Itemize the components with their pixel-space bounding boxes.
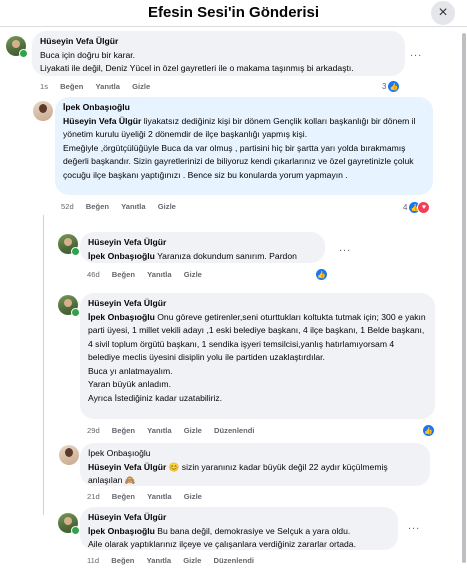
comment-time[interactable]: 29d xyxy=(87,426,100,435)
comment-text-part: Yaranıza dokundum sanırım. Pardon xyxy=(154,250,297,261)
monkey-emoji: 🙈 xyxy=(124,475,136,485)
avatar[interactable] xyxy=(59,445,79,465)
comment-author[interactable]: İpek Onbaşıoğlu xyxy=(63,101,425,115)
more-options-icon[interactable]: ... xyxy=(339,242,351,254)
comment-text-line: Buca yı anlatmayalım. xyxy=(88,365,173,376)
mention-tag[interactable]: İpek Onbaşıoğlu xyxy=(88,312,155,322)
like-icon: 👍 xyxy=(388,81,400,92)
online-status-dot xyxy=(71,247,80,256)
thread-line xyxy=(43,215,44,515)
comment-text: İpek Onbaşıoğlu Onu göreve getirenler,se… xyxy=(88,311,427,365)
comment-bubble: Hüseyin Vefa Ülgür Buca için doğru bir k… xyxy=(32,31,405,76)
close-icon[interactable]: × xyxy=(431,1,455,25)
comment-text-rest: Emeğiyle ,örgütçülüğüyle Buca da var olm… xyxy=(63,142,414,180)
more-options-icon[interactable]: ... xyxy=(410,47,422,59)
comment-bubble: Hüseyin Vefa Ülgür İpek Onbaşıoğlu Onu g… xyxy=(80,293,435,419)
edited-label: Düzenlendi xyxy=(214,426,255,435)
scrollbar-thumb[interactable] xyxy=(462,33,466,563)
reply-button[interactable]: Yanıtla xyxy=(147,426,171,435)
edited-label: Düzenlendi xyxy=(213,556,254,565)
reaction-summary[interactable]: 👍 xyxy=(316,269,327,280)
hide-button[interactable]: Gizle xyxy=(183,556,201,565)
comment-time[interactable]: 46d xyxy=(87,270,100,279)
comment-author[interactable]: İpek Onbaşıoğlu xyxy=(88,447,422,461)
hide-button[interactable]: Gizle xyxy=(158,202,176,211)
reaction-count: 4 xyxy=(403,203,408,212)
comment-text-line: Yaran büyük anladım. xyxy=(88,379,171,389)
like-button[interactable]: Beğen xyxy=(60,82,83,91)
comment-author[interactable]: Hüseyin Vefa Ülgür xyxy=(88,511,390,525)
reaction-summary[interactable]: 👍 xyxy=(423,425,434,436)
reaction-summary[interactable]: 3 👍 xyxy=(382,81,400,92)
comment-time[interactable]: 1s xyxy=(40,82,48,91)
reply-button[interactable]: Yanıtla xyxy=(147,556,171,565)
reaction-summary[interactable]: 4 👍 ♥ xyxy=(403,201,431,214)
comment-actions: 21d Beğen Yanıtla Gizle xyxy=(87,492,212,501)
hide-button[interactable]: Gizle xyxy=(184,492,202,501)
more-options-icon[interactable]: ... xyxy=(408,520,420,532)
comment-bubble: Hüseyin Vefa Ülgür İpek Onbaşıoğlu Bu ba… xyxy=(80,507,398,550)
comment-time[interactable]: 21d xyxy=(87,492,100,501)
comment-bubble: İpek Onbaşıoğlu Hüseyin Vefa Ülgür 😊 siz… xyxy=(80,443,430,486)
mention-tag[interactable]: Hüseyin Vefa Ülgür xyxy=(63,116,141,126)
online-status-dot xyxy=(19,49,28,58)
reaction-count: 3 xyxy=(382,82,387,91)
comment-time[interactable]: 52d xyxy=(61,202,74,211)
comment-bubble: İpek Onbaşıoğlu Hüseyin Vefa Ülgür liyak… xyxy=(55,97,433,195)
comment-text-line: Ayrıca İstediğiniz kadar uzatabiliriz. xyxy=(88,392,223,403)
comment-text: Hüseyin Vefa Ülgür liyakatsız dediğiniz … xyxy=(63,115,425,142)
smile-emoji: 😊 xyxy=(168,461,180,472)
hide-button[interactable]: Gizle xyxy=(184,426,202,435)
like-button[interactable]: Beğen xyxy=(86,202,109,211)
comment-text: İpek Onbaşıoğlu Bu bana değil, demokrasi… xyxy=(88,525,390,539)
online-status-dot xyxy=(71,526,80,535)
online-status-dot xyxy=(71,308,80,317)
like-button[interactable]: Beğen xyxy=(112,492,135,501)
like-icon: 👍 xyxy=(316,269,327,280)
comment-bubble: Hüseyin Vefa Ülgür İpek Onbaşıoğlu Yaran… xyxy=(80,232,325,263)
reply-button[interactable]: Yanıtla xyxy=(147,492,171,501)
love-icon: ♥ xyxy=(417,201,431,214)
comment-actions: 29d Beğen Yanıtla Gizle Düzenlendi xyxy=(87,426,265,435)
page-title: Efesin Sesi'in Gönderisi xyxy=(147,4,320,21)
comment-actions: 1s Beğen Yanıtla Gizle xyxy=(40,82,160,91)
comment-text-part: Bu bana değil, demokrasiye ve Selçuk a y… xyxy=(154,525,351,536)
hide-button[interactable]: Gizle xyxy=(184,270,202,279)
reply-button[interactable]: Yanıtla xyxy=(147,270,171,279)
comment-text-line: Liyakati ile değil, Deniz Yücel in özel … xyxy=(40,63,354,73)
like-icon: 👍 xyxy=(423,425,434,436)
comment-text-rest: Aile olarak yaptıklarınız ilçeye ve çalı… xyxy=(88,539,356,549)
like-button[interactable]: Beğen xyxy=(111,556,134,565)
like-button[interactable]: Beğen xyxy=(112,426,135,435)
comment-author[interactable]: Hüseyin Vefa Ülgür xyxy=(40,35,397,49)
mention-tag[interactable]: İpek Onbaşıoğlu xyxy=(88,526,155,536)
comment-text: Hüseyin Vefa Ülgür 😊 sizin yaranınız kad… xyxy=(88,461,422,488)
comment-text: İpek Onbaşıoğlu Yaranıza dokundum sanırı… xyxy=(88,250,317,264)
hide-button[interactable]: Gizle xyxy=(132,82,150,91)
reply-button[interactable]: Yanıtla xyxy=(96,82,120,91)
reply-button[interactable]: Yanıtla xyxy=(121,202,145,211)
avatar[interactable] xyxy=(33,101,53,121)
dialog-header: Efesin Sesi'in Gönderisi × xyxy=(0,0,467,27)
comment-text-line: Buca için doğru bir karar. xyxy=(40,49,136,60)
comment-author[interactable]: Hüseyin Vefa Ülgür xyxy=(88,297,427,311)
mention-tag[interactable]: İpek Onbaşıoğlu xyxy=(88,251,155,261)
comment-actions: 11d Beğen Yanıtla Gizle Düzenlendi xyxy=(87,556,264,565)
comment-time[interactable]: 11d xyxy=(87,556,99,565)
like-button[interactable]: Beğen xyxy=(112,270,135,279)
comment-actions: 46d Beğen Yanıtla Gizle xyxy=(87,270,212,279)
comment-actions: 52d Beğen Yanıtla Gizle xyxy=(61,202,186,211)
mention-tag[interactable]: Hüseyin Vefa Ülgür xyxy=(88,462,166,472)
comment-author[interactable]: Hüseyin Vefa Ülgür xyxy=(88,236,317,250)
scrollbar[interactable] xyxy=(461,27,466,567)
